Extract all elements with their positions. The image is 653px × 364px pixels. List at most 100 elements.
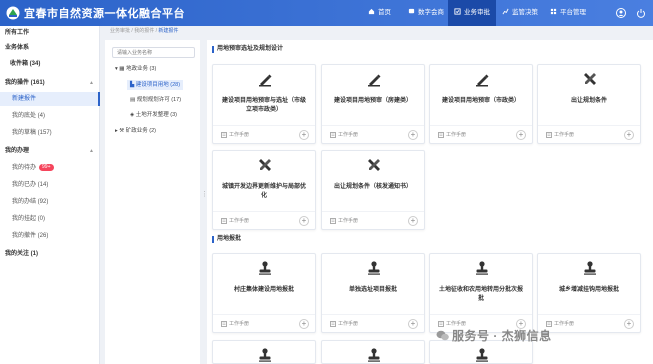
sidebar-item-label: 业务体系 (5, 45, 30, 51)
chevron-right-icon: ▸ (115, 128, 118, 134)
card-title: 城乡增减挂钩用地报批 (558, 287, 619, 293)
nav-home[interactable]: 首页 (362, 0, 397, 26)
sidebar-item-withdrawn[interactable]: 我的撤件 (26) (0, 229, 100, 243)
tree-node-label: 土地开发整理 (3) (135, 112, 178, 118)
card-preselect-housing[interactable]: 建设项目用地预审（房建类） 工作手册 + (321, 64, 425, 144)
stamp-pen-icon (368, 74, 381, 87)
seal-icon (259, 348, 271, 362)
manual-link[interactable]: 工作手册 (554, 131, 574, 138)
manual-link[interactable]: 工作手册 (446, 131, 466, 138)
nav-consult-label: 数字会商 (418, 9, 444, 16)
manual-icon (330, 218, 336, 224)
sidebar-item-inbox[interactable]: 收件箱 (34) (0, 57, 100, 71)
tree-node-label: 矿政业务 (2) (125, 128, 157, 134)
card-footer: 工作手册 + (213, 314, 315, 332)
breadcrumb: 业务审批 / 我的报件 / 新建报件 (110, 28, 179, 34)
tree-node-land-dev[interactable]: ◈ 土地开发整理 (3) (130, 110, 177, 120)
card-preselect-public[interactable]: 建设项目用地预审（市政类） 工作手册 + (429, 64, 533, 144)
manual-link[interactable]: 工作手册 (229, 320, 249, 327)
building-icon: ▙ (130, 82, 135, 88)
sidebar: 所有工作 业务体系 收件箱 (34) 我的操件 (161) ▲ 新建报件 我的底处… (0, 26, 100, 364)
add-icon[interactable]: + (624, 319, 634, 329)
ruler-pencil-icon (584, 73, 596, 85)
sidebar-item-suspended[interactable]: 我的挂起 (0) (0, 212, 100, 226)
seal-icon (476, 261, 488, 275)
manual-link[interactable]: 工作手册 (229, 217, 249, 224)
manual-link[interactable]: 工作手册 (554, 320, 574, 327)
card-footer: 工作手册 + (213, 211, 315, 229)
section-title: 用地预审选址及规划设计 (212, 46, 283, 53)
sidebar-item-drafts[interactable]: 我的草稿 (157) (0, 126, 100, 140)
card-footer: 工作手册 + (213, 125, 315, 143)
nav-platform[interactable]: 平台管理 (544, 0, 592, 26)
sidebar-item-business[interactable]: 业务体系 (0, 41, 100, 55)
card-standalone-site[interactable]: 单独选址项目报批 工作手册 + (321, 253, 425, 333)
manual-icon (330, 132, 336, 138)
nav-home-label: 首页 (378, 9, 391, 16)
folder-icon: ▦ (119, 66, 125, 72)
sidebar-item-todo[interactable]: 我的待办 99+ (0, 161, 100, 175)
seal-icon (584, 261, 596, 275)
sidebar-item-my-processing[interactable]: 我的办理 ▲ (0, 144, 100, 158)
tree-node-construction[interactable]: ▙ 建设项目用地 (28) (127, 80, 184, 90)
add-icon[interactable]: + (299, 216, 309, 226)
nav-consult[interactable]: 数字会商 (402, 0, 450, 26)
sidebar-item-label: 我的操件 (161) (5, 80, 45, 86)
nav-regulation[interactable]: 监管决策 (496, 0, 544, 26)
manual-link[interactable]: 工作手册 (229, 131, 249, 138)
nav-approval[interactable]: 业务审批 (448, 0, 496, 26)
sidebar-item-done[interactable]: 我的已办 (14) (0, 178, 100, 192)
chevron-down-icon: ▾ (115, 66, 118, 72)
breadcrumb-part[interactable]: 业务审批 (110, 28, 130, 34)
manual-icon (438, 132, 444, 138)
card-preselect-municipal[interactable]: 建设项目用地预审与选址（市级立项市政类） 工作手册 + (212, 64, 316, 144)
sidebar-item-new-filing[interactable]: 新建报件 (0, 92, 100, 106)
power-icon[interactable] (636, 8, 646, 18)
sidebar-item-followed[interactable]: 我的关注 (1) (0, 247, 100, 261)
sidebar-item-my-filings[interactable]: 我的操件 (161) ▲ (0, 76, 100, 90)
card-batch-conversion[interactable]: 土地征收和农用地转用分批次报批 工作手册 + (429, 253, 533, 333)
chat-icon (408, 8, 415, 14)
sidebar-item-returned[interactable]: 我的底处 (4) (0, 109, 100, 123)
add-icon[interactable]: + (408, 130, 418, 140)
add-icon[interactable]: + (299, 130, 309, 140)
add-icon[interactable]: + (408, 216, 418, 226)
card-town-boundary[interactable]: 城镇开发边界更新维护与局部优化 工作手册 + (212, 150, 316, 230)
sidebar-item-all-work[interactable]: 所有工作 (0, 26, 100, 40)
card-cropped[interactable] (212, 340, 316, 364)
add-icon[interactable]: + (299, 319, 309, 329)
card-footer: 工作手册 + (322, 314, 424, 332)
card-footer: 工作手册 + (322, 211, 424, 229)
manual-link[interactable]: 工作手册 (338, 320, 358, 327)
manual-link[interactable]: 工作手册 (338, 131, 358, 138)
user-icon[interactable] (616, 8, 626, 18)
wechat-icon (436, 330, 449, 341)
tree-search-input[interactable] (112, 47, 195, 58)
nav-approval-label: 业务审批 (464, 9, 490, 16)
seal-icon (368, 348, 380, 362)
sidebar-item-completed[interactable]: 我的办结 (92) (0, 195, 100, 209)
card-urban-rural-link[interactable]: 城乡增减挂钩用地报批工作手册 + (537, 253, 641, 333)
card-title: 土地征收和农用地转用分批次报批 (438, 287, 523, 302)
manual-link[interactable]: 工作手册 (446, 320, 466, 327)
add-icon[interactable]: + (408, 319, 418, 329)
nav-regulation-label: 监管决策 (512, 9, 538, 16)
sidebar-item-label: 我的关注 (1) (5, 251, 39, 257)
tree-node-mining[interactable]: ▸ ⚒ 矿政业务 (2) (115, 126, 156, 136)
tree-node-land[interactable]: ▾ ▦ 地政业务 (3) (115, 64, 156, 74)
breadcrumb-part[interactable]: 我的报件 (134, 28, 154, 34)
card-transfer-notice[interactable]: 出让规划条件（核发通知书） 工作手册 + (321, 150, 425, 230)
card-title: 出让规划条件 (570, 98, 607, 104)
card-village-land[interactable]: 村庄集体建设用地报批 工作手册 + (212, 253, 316, 333)
manual-link[interactable]: 工作手册 (338, 217, 358, 224)
card-transfer-conditions[interactable]: 出让规划条件工作手册 + (537, 64, 641, 144)
todo-badge: 99+ (39, 164, 54, 171)
card-cropped[interactable] (321, 340, 425, 364)
sidebar-item-label: 新建报件 (12, 96, 37, 102)
tree-node-planning-permit[interactable]: ▤ 规划规划许可 (17) (130, 95, 181, 105)
add-icon[interactable]: + (516, 130, 526, 140)
manual-icon (221, 132, 227, 138)
add-icon[interactable]: + (624, 130, 634, 140)
card-title: 建设项目用地预审（市政类） (441, 98, 520, 104)
logo-icon (6, 6, 20, 20)
